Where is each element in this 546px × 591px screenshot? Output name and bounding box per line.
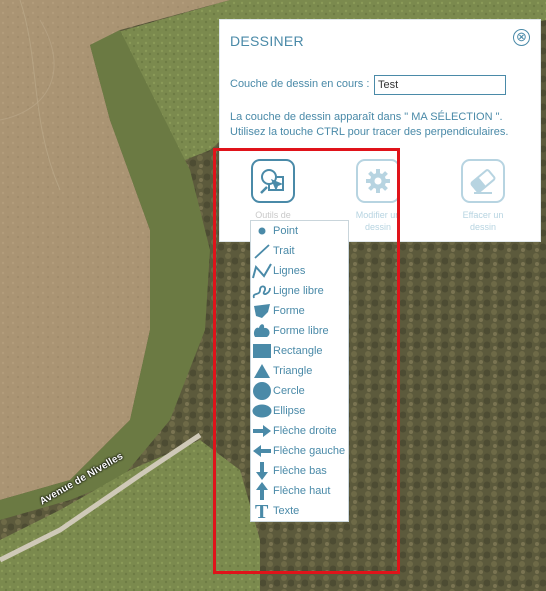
menu-item-forme[interactable]: Forme	[251, 301, 348, 321]
arrow-down-icon	[251, 461, 273, 481]
menu-item-fleche-haut[interactable]: Flèche haut	[251, 481, 348, 501]
shape-icon	[251, 301, 273, 321]
close-icon[interactable]: ⊗	[513, 29, 530, 46]
arrow-left-icon	[251, 441, 273, 461]
menu-label: Cercle	[273, 385, 305, 397]
menu-item-texte[interactable]: T Texte	[251, 501, 348, 521]
menu-label: Triangle	[273, 365, 313, 377]
erase-drawing-label: Effacer un dessin	[462, 210, 504, 232]
menu-label: Ellipse	[273, 405, 306, 417]
info-line-1: La couche de dessin apparaît dans " MA S…	[230, 111, 503, 123]
freehand-shape-icon	[251, 321, 273, 341]
info-line-2: Utilisez la touche CTRL pour tracer des …	[230, 126, 509, 138]
menu-item-point[interactable]: Point	[251, 221, 348, 241]
text-icon: T	[251, 501, 273, 521]
triangle-icon	[251, 361, 273, 381]
eraser-icon	[461, 159, 505, 203]
menu-item-triangle[interactable]: Triangle	[251, 361, 348, 381]
menu-label: Texte	[273, 505, 300, 517]
svg-text:T: T	[255, 501, 269, 521]
line-icon	[251, 241, 273, 261]
menu-item-fleche-gauche[interactable]: Flèche gauche	[251, 441, 348, 461]
circle-icon	[251, 381, 273, 401]
menu-item-trait[interactable]: Trait	[251, 241, 348, 261]
menu-item-cercle[interactable]: Cercle	[251, 381, 348, 401]
menu-label: Flèche haut	[273, 485, 331, 497]
point-icon	[251, 221, 273, 241]
gear-icon	[356, 159, 400, 203]
menu-label: Lignes	[273, 265, 306, 277]
menu-item-forme-libre[interactable]: Forme libre	[251, 321, 348, 341]
layer-label: Couche de dessin en cours :	[230, 78, 370, 90]
polyline-icon	[251, 261, 273, 281]
shape-menu: Point Trait Lignes Ligne libre Forme For…	[250, 220, 349, 522]
menu-label: Flèche bas	[273, 465, 327, 477]
ellipse-icon	[251, 401, 273, 421]
menu-item-fleche-droite[interactable]: Flèche droite	[251, 421, 348, 441]
modify-drawing-label: Modifier un dessin	[355, 210, 401, 232]
info-text: La couche de dessin apparaît dans " MA S…	[230, 110, 535, 140]
menu-label: Flèche gauche	[273, 445, 346, 457]
menu-label: Flèche droite	[273, 425, 337, 437]
menu-item-ellipse[interactable]: Ellipse	[251, 401, 348, 421]
menu-label: Forme	[273, 305, 305, 317]
menu-label: Forme libre	[273, 325, 329, 337]
arrow-up-icon	[251, 481, 273, 501]
menu-item-rectangle[interactable]: Rectangle	[251, 341, 348, 361]
rectangle-icon	[251, 341, 273, 361]
erase-drawing-button[interactable]: Effacer un dessin	[453, 159, 513, 233]
menu-label: Trait	[273, 245, 295, 257]
menu-label: Ligne libre	[273, 285, 324, 297]
menu-item-fleche-bas[interactable]: Flèche bas	[251, 461, 348, 481]
arrow-right-icon	[251, 421, 273, 441]
draw-tools-icon	[251, 159, 295, 203]
freehand-line-icon	[251, 281, 273, 301]
panel-title: DESSINER	[230, 33, 304, 49]
menu-item-lignes[interactable]: Lignes	[251, 261, 348, 281]
drawing-panel: DESSINER ⊗ Couche de dessin en cours : L…	[219, 19, 541, 242]
modify-drawing-button[interactable]: Modifier un dessin	[348, 159, 408, 233]
menu-label: Rectangle	[273, 345, 323, 357]
layer-name-input[interactable]	[374, 75, 506, 95]
menu-item-ligne-libre[interactable]: Ligne libre	[251, 281, 348, 301]
menu-label: Point	[273, 225, 299, 237]
